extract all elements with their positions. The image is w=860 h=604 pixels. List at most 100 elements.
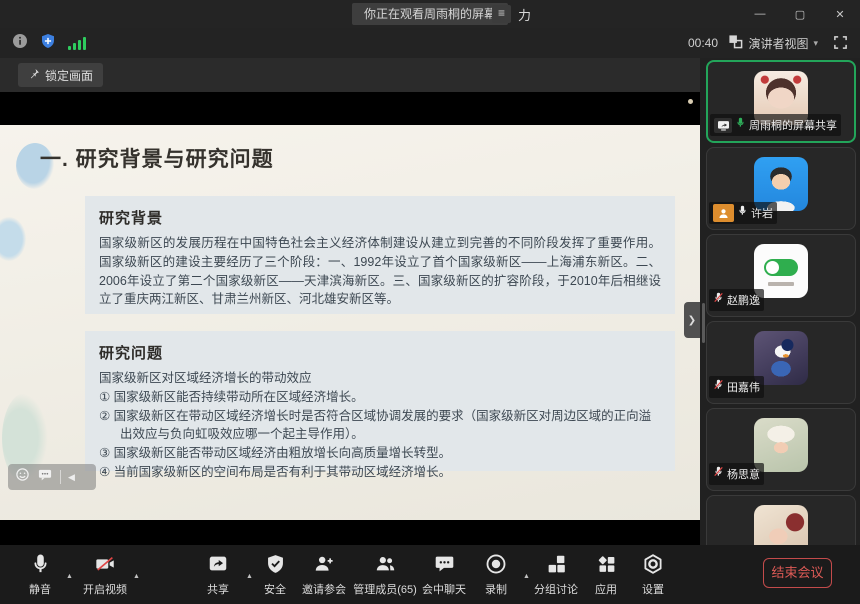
mic-muted-icon bbox=[713, 291, 724, 309]
meeting-timer: 00:40 bbox=[688, 36, 718, 50]
toggle-logo-caption bbox=[768, 282, 794, 286]
participant-tile[interactable]: 赵鹏逸 bbox=[706, 234, 856, 317]
research-background-box: 研究背景 国家级新区的发展历程在中国特色社会主义经济体制建设从建立到完善的不同阶… bbox=[85, 196, 675, 314]
info-icon[interactable] bbox=[12, 33, 28, 54]
pin-view-label: 锁定画面 bbox=[45, 67, 93, 84]
settings-icon bbox=[642, 552, 664, 576]
record-options-caret[interactable]: ▲ bbox=[523, 573, 530, 580]
host-badge-icon bbox=[713, 204, 734, 222]
participant-tile-sharing[interactable]: 周雨桐的屏幕共享 bbox=[706, 60, 856, 143]
sidebar-scrollbar[interactable] bbox=[702, 303, 705, 343]
apps-icon bbox=[596, 552, 617, 576]
ime-mode-indicator: 力 bbox=[518, 5, 531, 24]
manage-members-button[interactable]: 管理成员(65) bbox=[353, 552, 417, 597]
invite-button[interactable]: 邀请参会 bbox=[302, 552, 346, 597]
layout-icon bbox=[728, 34, 743, 52]
reaction-toolbar: ◀ bbox=[8, 464, 96, 490]
mute-button[interactable]: 静音 bbox=[29, 552, 51, 597]
participant-tile-partial[interactable] bbox=[706, 495, 856, 545]
close-button[interactable]: ✕ bbox=[820, 0, 860, 28]
settings-button[interactable]: 设置 bbox=[642, 552, 664, 597]
camera-off-icon bbox=[93, 552, 118, 576]
view-mode-label: 演讲者视图 bbox=[748, 35, 808, 52]
participant-name: 许岩 bbox=[751, 205, 773, 221]
chat-label: 会中聊天 bbox=[422, 581, 466, 597]
mic-options-caret[interactable]: ▲ bbox=[66, 573, 73, 580]
start-video-label: 开启视频 bbox=[83, 581, 127, 597]
viewing-banner: 你正在观看周雨桐的屏幕 bbox=[352, 3, 508, 25]
watercolor-decoration bbox=[0, 217, 26, 261]
pin-view-button[interactable]: 锁定画面 bbox=[18, 63, 103, 87]
apps-button[interactable]: 应用 bbox=[595, 552, 617, 597]
view-mode-selector[interactable]: 演讲者视图 ▾ bbox=[728, 34, 818, 52]
security-label: 安全 bbox=[264, 581, 286, 597]
breakout-rooms-button[interactable]: 分组讨论 bbox=[534, 552, 578, 597]
research-question-item: ③ 国家级新区能否带动区域经济由粗放增长向高质量增长转型。 bbox=[85, 444, 675, 463]
security-button[interactable]: 安全 bbox=[264, 552, 286, 597]
start-video-button[interactable]: 开启视频 bbox=[83, 552, 127, 597]
invite-label: 邀请参会 bbox=[302, 581, 346, 597]
record-label: 录制 bbox=[485, 581, 507, 597]
mic-on-icon bbox=[735, 116, 746, 134]
avatar bbox=[754, 505, 808, 545]
pin-icon bbox=[28, 68, 40, 83]
collapse-toolbar-icon[interactable]: ◀ bbox=[68, 472, 75, 483]
members-icon bbox=[373, 552, 397, 576]
participant-name: 田嘉伟 bbox=[727, 379, 760, 395]
stage-header: 锁定画面 bbox=[0, 58, 700, 92]
meeting-info-bar: 00:40 演讲者视图 ▾ bbox=[0, 28, 860, 58]
participant-tile[interactable]: 杨思意 bbox=[706, 408, 856, 491]
hide-sidebar-handle[interactable]: ❯ bbox=[684, 302, 700, 338]
mic-on-icon bbox=[737, 204, 748, 222]
chat-button[interactable]: 会中聊天 bbox=[422, 552, 466, 597]
mic-muted-icon bbox=[713, 378, 724, 396]
screen-share-badge-icon bbox=[714, 118, 732, 133]
settings-label: 设置 bbox=[642, 581, 664, 597]
toggle-logo bbox=[764, 259, 798, 276]
window-titlebar: 你正在观看周雨桐的屏幕 ≡ 力 — ▢ ✕ bbox=[0, 0, 860, 28]
ime-menu-icon[interactable]: ≡ bbox=[492, 5, 511, 23]
shared-screen-stage: 一. 研究背景与研究问题 研究背景 国家级新区的发展历程在中国特色社会主义经济体… bbox=[0, 92, 700, 545]
apps-label: 应用 bbox=[595, 581, 617, 597]
slide-corner-dot bbox=[688, 99, 693, 104]
manage-members-label: 管理成员(65) bbox=[353, 581, 417, 597]
research-questions-intro: 国家级新区对区域经济增长的带动效应 bbox=[85, 369, 675, 388]
participant-name: 杨思意 bbox=[727, 466, 760, 482]
research-question-item: ② 国家级新区在带动区域经济增长时是否符合区域协调发展的要求（国家级新区对周边区… bbox=[85, 407, 675, 445]
record-icon bbox=[485, 552, 508, 576]
mute-label: 静音 bbox=[29, 581, 51, 597]
record-button[interactable]: 录制 bbox=[485, 552, 508, 597]
end-meeting-button[interactable]: 结束会议 bbox=[763, 558, 832, 588]
shield-plus-icon[interactable] bbox=[40, 33, 56, 54]
research-background-heading: 研究背景 bbox=[85, 196, 675, 234]
invite-icon bbox=[312, 552, 336, 576]
fullscreen-icon[interactable] bbox=[833, 35, 848, 55]
maximize-button[interactable]: ▢ bbox=[780, 0, 820, 28]
participant-tile[interactable]: 许岩 bbox=[706, 147, 856, 230]
divider bbox=[60, 470, 61, 484]
mic-icon bbox=[30, 552, 51, 576]
slide-title: 一. 研究背景与研究问题 bbox=[40, 143, 274, 173]
chevron-down-icon: ▾ bbox=[813, 38, 818, 49]
emoji-reaction-icon[interactable] bbox=[15, 467, 30, 487]
share-screen-label: 共享 bbox=[207, 581, 229, 597]
research-questions-box: 研究问题 国家级新区对区域经济增长的带动效应 ① 国家级新区能否持续带动所在区域… bbox=[85, 331, 675, 471]
research-question-item: ④ 当前国家级新区的空间布局是否有利于其带动区域经济增长。 bbox=[85, 463, 675, 482]
participant-name: 赵鹏逸 bbox=[727, 292, 760, 308]
presentation-slide: 一. 研究背景与研究问题 研究背景 国家级新区的发展历程在中国特色社会主义经济体… bbox=[0, 125, 700, 520]
share-screen-button[interactable]: 共享 bbox=[207, 552, 230, 597]
signal-icon[interactable] bbox=[68, 36, 86, 50]
research-question-item: ① 国家级新区能否持续带动所在区域经济增长。 bbox=[85, 388, 675, 407]
meeting-toolbar: 静音 ▲ 开启视频 ▲ 共享 ▲ 安全 邀请参会 bbox=[0, 545, 860, 604]
breakout-icon bbox=[546, 552, 567, 576]
video-options-caret[interactable]: ▲ bbox=[133, 573, 140, 580]
minimize-button[interactable]: — bbox=[740, 0, 780, 28]
shield-check-icon bbox=[265, 552, 286, 576]
mic-muted-icon bbox=[713, 465, 724, 483]
chat-icon bbox=[433, 552, 456, 576]
quick-chat-icon[interactable] bbox=[37, 467, 53, 487]
participant-name: 周雨桐的屏幕共享 bbox=[749, 117, 837, 133]
meeting-window: 你正在观看周雨桐的屏幕 ≡ 力 — ▢ ✕ 00:40 演讲者视图 bbox=[0, 0, 860, 604]
participant-tile[interactable]: 田嘉伟 bbox=[706, 321, 856, 404]
share-options-caret[interactable]: ▲ bbox=[246, 573, 253, 580]
